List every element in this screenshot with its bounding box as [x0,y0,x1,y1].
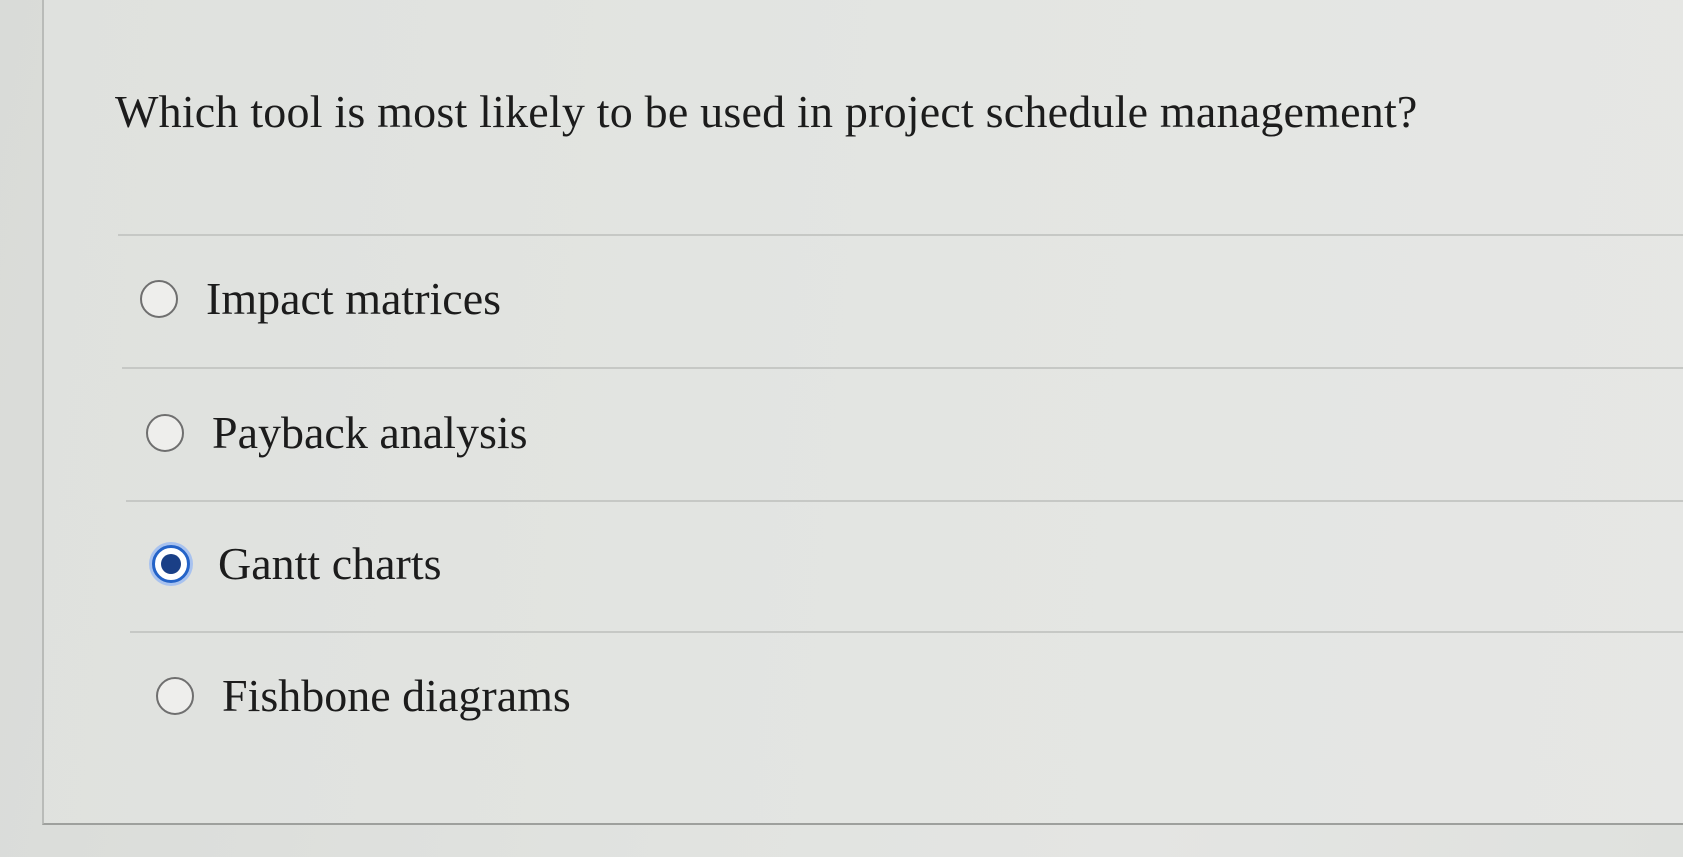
divider-2 [126,500,1683,502]
radio-fishbone-diagrams[interactable] [156,677,194,715]
divider-1 [122,367,1683,369]
option-label: Payback analysis [212,407,528,458]
option-label: Gantt charts [218,538,442,589]
option-gantt-charts[interactable]: Gantt charts [152,534,442,594]
radio-impact-matrices[interactable] [140,280,178,318]
divider-top [118,234,1683,236]
radio-gantt-charts[interactable] [152,545,190,583]
question-text: Which tool is most likely to be used in … [115,86,1418,137]
option-fishbone-diagrams[interactable]: Fishbone diagrams [156,666,571,726]
option-label: Fishbone diagrams [222,670,571,721]
divider-3 [130,631,1683,633]
radio-payback-analysis[interactable] [146,414,184,452]
option-impact-matrices[interactable]: Impact matrices [140,269,501,329]
option-payback-analysis[interactable]: Payback analysis [146,403,528,463]
option-label: Impact matrices [206,273,502,324]
